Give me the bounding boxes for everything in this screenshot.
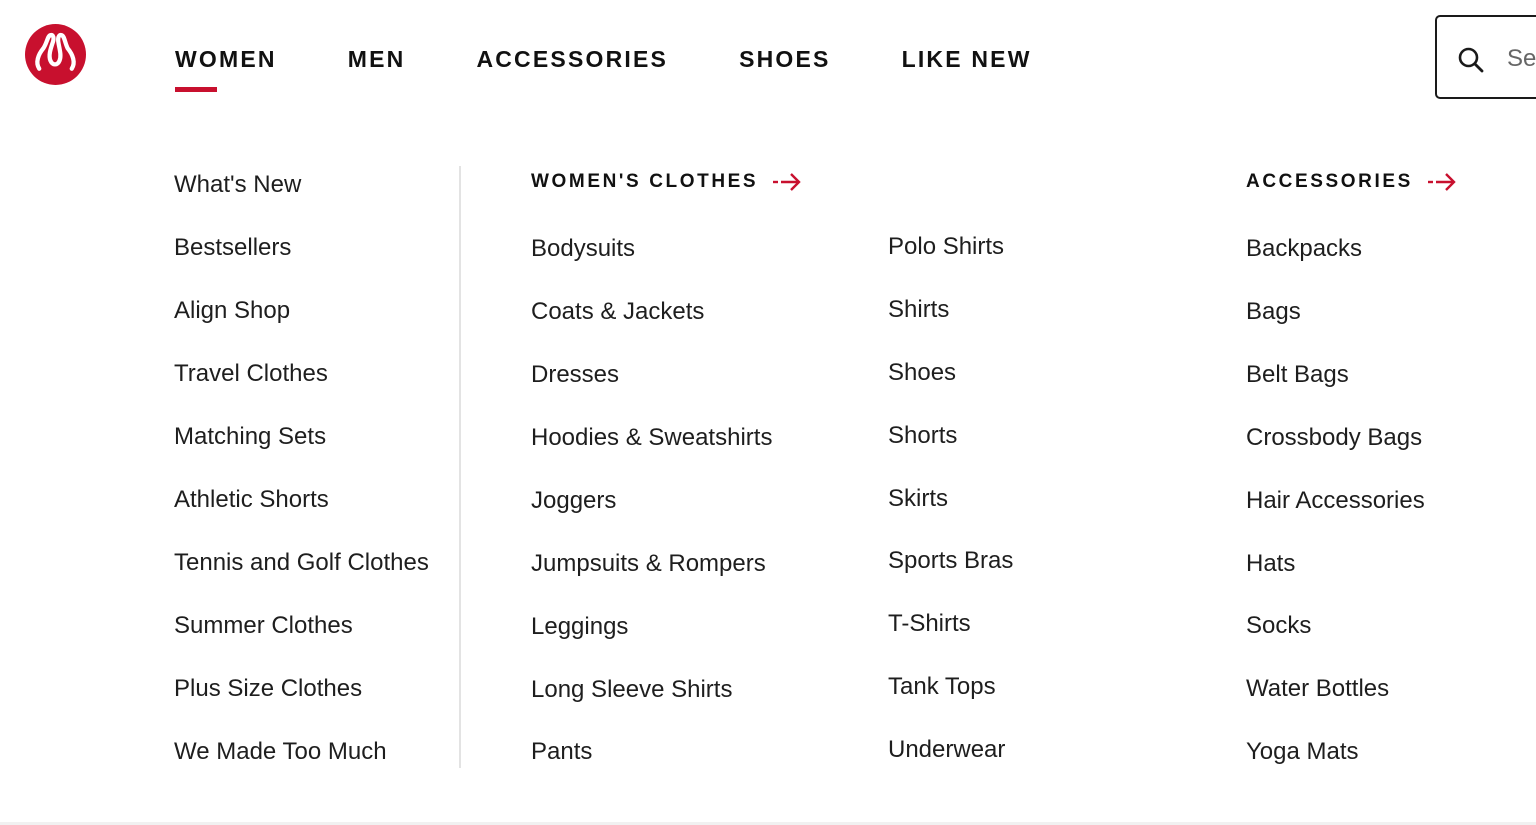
menu-link-bags[interactable]: Bags [1246, 297, 1301, 327]
menu-link-bestsellers[interactable]: Bestsellers [174, 233, 291, 263]
menu-link-summer-clothes[interactable]: Summer Clothes [174, 611, 353, 641]
arrow-right-icon [773, 173, 801, 191]
menu-link-matching-sets[interactable]: Matching Sets [174, 422, 326, 452]
menu-link-tennis-golf[interactable]: Tennis and Golf Clothes [174, 548, 429, 578]
menu-link-skirts[interactable]: Skirts [888, 484, 948, 514]
menu-link-we-made-too-much[interactable]: We Made Too Much [174, 737, 387, 767]
menu-link-coats-jackets[interactable]: Coats & Jackets [531, 297, 704, 327]
tab-men-label: MEN [347, 46, 406, 72]
menu-link-hair-accessories[interactable]: Hair Accessories [1246, 486, 1425, 516]
menu-link-long-sleeve[interactable]: Long Sleeve Shirts [531, 675, 732, 705]
tab-women[interactable]: WOMEN [175, 44, 277, 92]
accessories-heading-link[interactable]: ACCESSORIES [1246, 171, 1457, 193]
menu-link-underwear[interactable]: Underwear [888, 735, 1005, 765]
arrow-right-icon [1427, 173, 1456, 191]
tab-like-new-label: LIKE NEW [901, 46, 1032, 72]
tab-men[interactable]: MEN [348, 44, 406, 74]
search-box[interactable] [1435, 15, 1536, 99]
menu-link-leggings[interactable]: Leggings [531, 612, 628, 642]
tab-accessories[interactable]: ACCESSORIES [476, 44, 668, 74]
search-icon[interactable] [1457, 46, 1485, 74]
menu-link-polo-shirts[interactable]: Polo Shirts [888, 232, 1004, 262]
lululemon-logo-icon[interactable] [25, 24, 86, 85]
active-tab-indicator [175, 87, 217, 92]
tab-shoes-label: SHOES [739, 46, 831, 72]
accessories-heading: ACCESSORIES [1246, 171, 1413, 192]
site-header: WOMEN MEN ACCESSORIES SHOES LIKE NEW [0, 0, 1536, 120]
menu-link-backpacks[interactable]: Backpacks [1246, 234, 1362, 264]
tab-women-label: WOMEN [175, 46, 277, 72]
menu-divider [459, 166, 461, 768]
menu-link-whats-new[interactable]: What's New [174, 170, 301, 200]
menu-link-pants[interactable]: Pants [531, 737, 592, 767]
womens-clothes-heading-link[interactable]: WOMEN'S CLOTHES [531, 171, 802, 193]
menu-link-joggers[interactable]: Joggers [531, 486, 616, 516]
menu-link-align-shop[interactable]: Align Shop [174, 296, 290, 326]
menu-link-bodysuits[interactable]: Bodysuits [531, 234, 635, 264]
menu-link-shoes[interactable]: Shoes [888, 358, 956, 388]
tab-shoes[interactable]: SHOES [739, 44, 831, 74]
menu-link-sports-bras[interactable]: Sports Bras [888, 546, 1013, 576]
menu-link-water-bottles[interactable]: Water Bottles [1246, 674, 1389, 704]
main-nav: WOMEN MEN ACCESSORIES SHOES LIKE NEW [175, 44, 1032, 92]
menu-link-crossbody-bags[interactable]: Crossbody Bags [1246, 423, 1422, 453]
menu-link-tank-tops[interactable]: Tank Tops [888, 672, 996, 702]
menu-link-athletic-shorts[interactable]: Athletic Shorts [174, 485, 329, 515]
menu-link-yoga-mats[interactable]: Yoga Mats [1246, 737, 1359, 767]
search-input[interactable] [1507, 39, 1536, 79]
menu-link-shirts[interactable]: Shirts [888, 295, 949, 325]
menu-link-hats[interactable]: Hats [1246, 549, 1295, 579]
menu-link-plus-size[interactable]: Plus Size Clothes [174, 674, 362, 704]
menu-link-shorts[interactable]: Shorts [888, 421, 957, 451]
menu-link-belt-bags[interactable]: Belt Bags [1246, 360, 1349, 390]
menu-link-t-shirts[interactable]: T-Shirts [888, 609, 971, 639]
menu-link-dresses[interactable]: Dresses [531, 360, 619, 390]
womens-clothes-heading: WOMEN'S CLOTHES [531, 171, 759, 192]
menu-link-travel-clothes[interactable]: Travel Clothes [174, 359, 328, 389]
menu-link-jumpsuits[interactable]: Jumpsuits & Rompers [531, 549, 766, 579]
tab-accessories-label: ACCESSORIES [476, 46, 669, 72]
tab-like-new[interactable]: LIKE NEW [902, 44, 1032, 74]
menu-link-socks[interactable]: Socks [1246, 611, 1311, 641]
menu-link-hoodies[interactable]: Hoodies & Sweatshirts [531, 423, 772, 453]
